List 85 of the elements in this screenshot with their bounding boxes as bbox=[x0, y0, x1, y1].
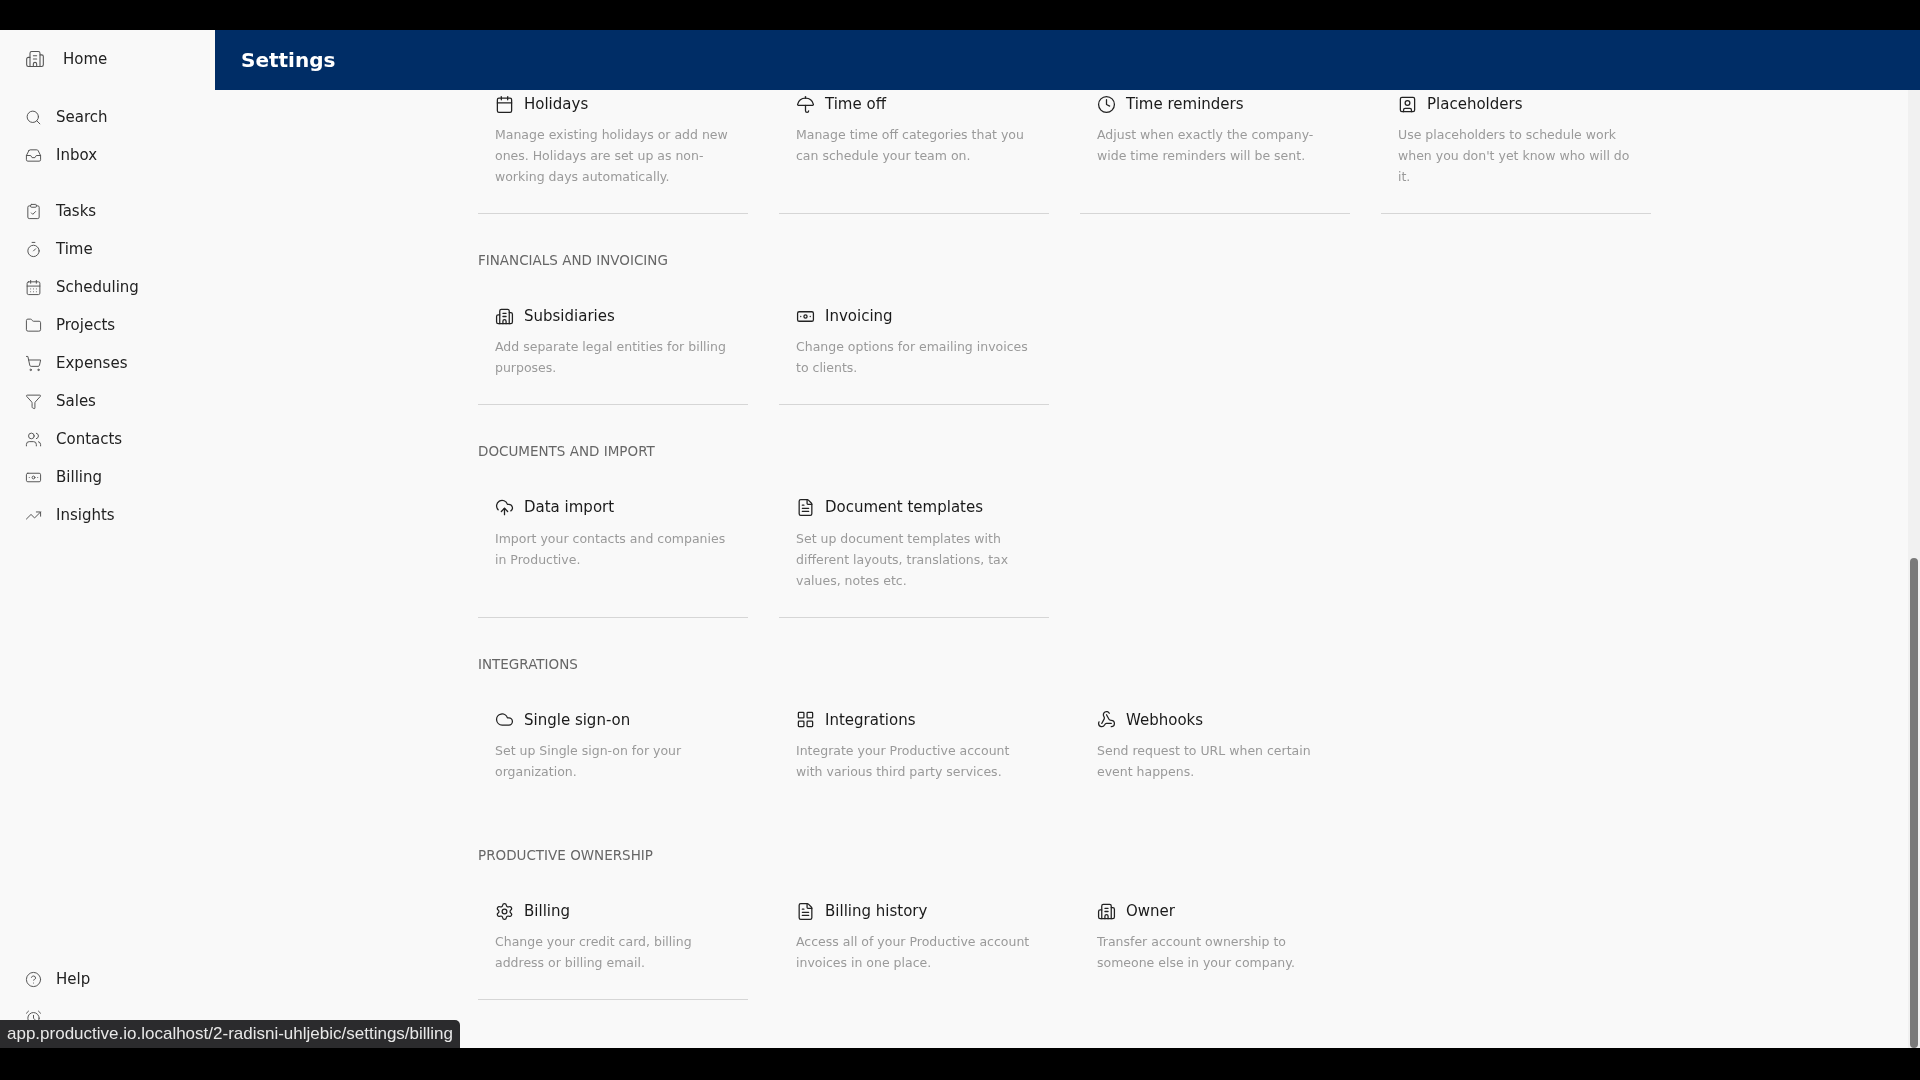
card-title: Integrations bbox=[825, 709, 916, 731]
sidebar-item[interactable]: Expenses bbox=[0, 344, 215, 382]
funnel-icon bbox=[25, 392, 42, 410]
sidebar-item[interactable]: Search bbox=[0, 98, 215, 136]
settings-card[interactable]: Invoicing Change options for emailing invoices to clients. bbox=[779, 304, 1049, 406]
card-title: Billing history bbox=[825, 900, 928, 922]
settings-card[interactable]: Time reminders Adjust when exactly the company-wide time reminders will be sent. bbox=[1080, 92, 1350, 214]
card-title: Data import bbox=[524, 497, 615, 519]
umbrella-icon bbox=[796, 94, 815, 114]
settings-card[interactable]: Placeholders Use placeholders to schedule work when you don't yet know who will do it. bbox=[1381, 92, 1651, 214]
document-icon bbox=[796, 498, 815, 517]
cart-icon bbox=[25, 354, 42, 372]
search-icon bbox=[25, 108, 42, 126]
gear-icon bbox=[495, 901, 514, 921]
card-title: Subsidiaries bbox=[524, 306, 615, 327]
card-description: Import your contacts and companies in Productive. bbox=[495, 529, 727, 569]
building-icon bbox=[495, 306, 514, 326]
person-icon bbox=[1398, 94, 1417, 114]
card-description: Set up document templates with different layouts, translations, tax values, notes etc. bbox=[796, 529, 1010, 590]
help-icon bbox=[25, 970, 42, 988]
settings-card[interactable]: Integrations Integrate your Productive account with various third party services. bbox=[779, 707, 1049, 809]
section-heading: INTEGRATIONS bbox=[478, 654, 579, 674]
settings-card[interactable]: Billing history Access all of your Productive account invoices in one place. bbox=[779, 899, 1049, 1000]
card-title: Time off bbox=[825, 93, 886, 115]
settings-card[interactable]: Billing Change your credit card, billing address or billing email. bbox=[478, 899, 748, 1000]
sidebar-item[interactable]: Time bbox=[0, 230, 215, 268]
card-title: Time reminders bbox=[1126, 93, 1244, 115]
sidebar-item[interactable]: Contacts bbox=[0, 420, 215, 458]
sidebar-item[interactable]: Scheduling bbox=[0, 268, 215, 306]
calendar-icon bbox=[25, 278, 42, 296]
card-description: Manage existing holidays or add new ones. Holidays are set up as non-working days automatically. bbox=[495, 126, 729, 186]
sidebar-item[interactable]: Help bbox=[0, 960, 215, 998]
card-title: Invoicing bbox=[825, 306, 893, 327]
card-title: Webhooks bbox=[1126, 709, 1204, 731]
webhook-icon bbox=[1097, 710, 1116, 730]
scrollbar[interactable] bbox=[1908, 90, 1920, 1048]
clipboard-icon bbox=[25, 202, 42, 220]
people-icon bbox=[25, 430, 42, 448]
grid-icon bbox=[796, 710, 815, 730]
card-description: Access all of your Productive account invoices in one place. bbox=[796, 933, 1031, 972]
card-description: Integrate your Productive account with various third party services. bbox=[796, 741, 1011, 781]
link-tooltip: app.productive.io.localhost/2-radisni-uhljebic/settings/billing bbox=[0, 1020, 461, 1048]
sidebar-item[interactable]: Billing bbox=[0, 458, 215, 496]
sidebar-item[interactable]: Sales bbox=[0, 382, 215, 420]
settings-card[interactable]: Single sign-on Set up Single sign-on for your organization. bbox=[478, 707, 748, 809]
card-description: Change your credit card, billing address or billing email. bbox=[495, 933, 693, 972]
cloud-upload-icon bbox=[495, 498, 514, 517]
sidebar-item[interactable]: Inbox bbox=[0, 136, 215, 174]
settings-card[interactable]: Subsidiaries Add separate legal entities for billing purposes. bbox=[478, 304, 748, 406]
settings-card[interactable]: Holidays Manage existing holidays or add new ones. Holidays are set up as non-working days automatically. bbox=[478, 92, 748, 214]
card-title: Single sign-on bbox=[524, 709, 631, 731]
card-description: Add separate legal entities for billing purposes. bbox=[495, 338, 727, 378]
card-description: Manage time off categories that you can schedule your team on. bbox=[796, 126, 1025, 165]
section-heading: FINANCIALS AND INVOICING bbox=[478, 251, 669, 270]
folder-icon bbox=[25, 316, 42, 334]
card-description: Send request to URL when certain event happens. bbox=[1097, 741, 1312, 781]
inbox-icon bbox=[25, 146, 42, 164]
card-description: Set up Single sign-on for your organization. bbox=[495, 741, 683, 781]
stopwatch-icon bbox=[25, 240, 42, 258]
section-heading: DOCUMENTS AND IMPORT bbox=[478, 442, 656, 462]
card-description: Use placeholders to schedule work when you don't yet know who will do it. bbox=[1398, 126, 1631, 186]
card-title: Billing bbox=[524, 900, 570, 922]
settings-card[interactable]: Data import Import your contacts and companies in Productive. bbox=[478, 495, 748, 618]
sidebar-item[interactable]: Projects bbox=[0, 306, 215, 344]
card-title: Document templates bbox=[825, 497, 983, 519]
building-icon bbox=[25, 49, 45, 69]
document-icon bbox=[796, 901, 815, 921]
card-title: Owner bbox=[1126, 900, 1175, 922]
sidebar-item[interactable]: Tasks bbox=[0, 192, 215, 230]
card-description: Adjust when exactly the company-wide time reminders will be sent. bbox=[1097, 126, 1315, 165]
page-title: Settings bbox=[241, 47, 336, 74]
card-title: Placeholders bbox=[1427, 93, 1523, 115]
settings-card[interactable]: Webhooks Send request to URL when certain event happens. bbox=[1080, 707, 1350, 809]
clock-icon bbox=[1097, 94, 1116, 114]
section-heading: PRODUCTIVE OWNERSHIP bbox=[478, 845, 654, 865]
card-title: Holidays bbox=[524, 93, 589, 115]
card-description: Change options for emailing invoices to clients. bbox=[796, 338, 1029, 378]
settings-card[interactable]: Document templates Set up document templates with different layouts, translations, tax values, notes etc. bbox=[779, 495, 1049, 618]
sidebar-item[interactable]: Insights bbox=[0, 496, 215, 534]
sidebar-item[interactable]: Home bbox=[0, 40, 215, 78]
building-icon bbox=[1097, 901, 1116, 921]
calendar-icon bbox=[495, 94, 514, 114]
card-description: Transfer account ownership to someone else in your company. bbox=[1097, 933, 1296, 972]
settings-card[interactable]: Time off Manage time off categories that you can schedule your team on. bbox=[779, 92, 1049, 214]
settings-card[interactable]: Owner Transfer account ownership to someone else in your company. bbox=[1080, 899, 1350, 1000]
